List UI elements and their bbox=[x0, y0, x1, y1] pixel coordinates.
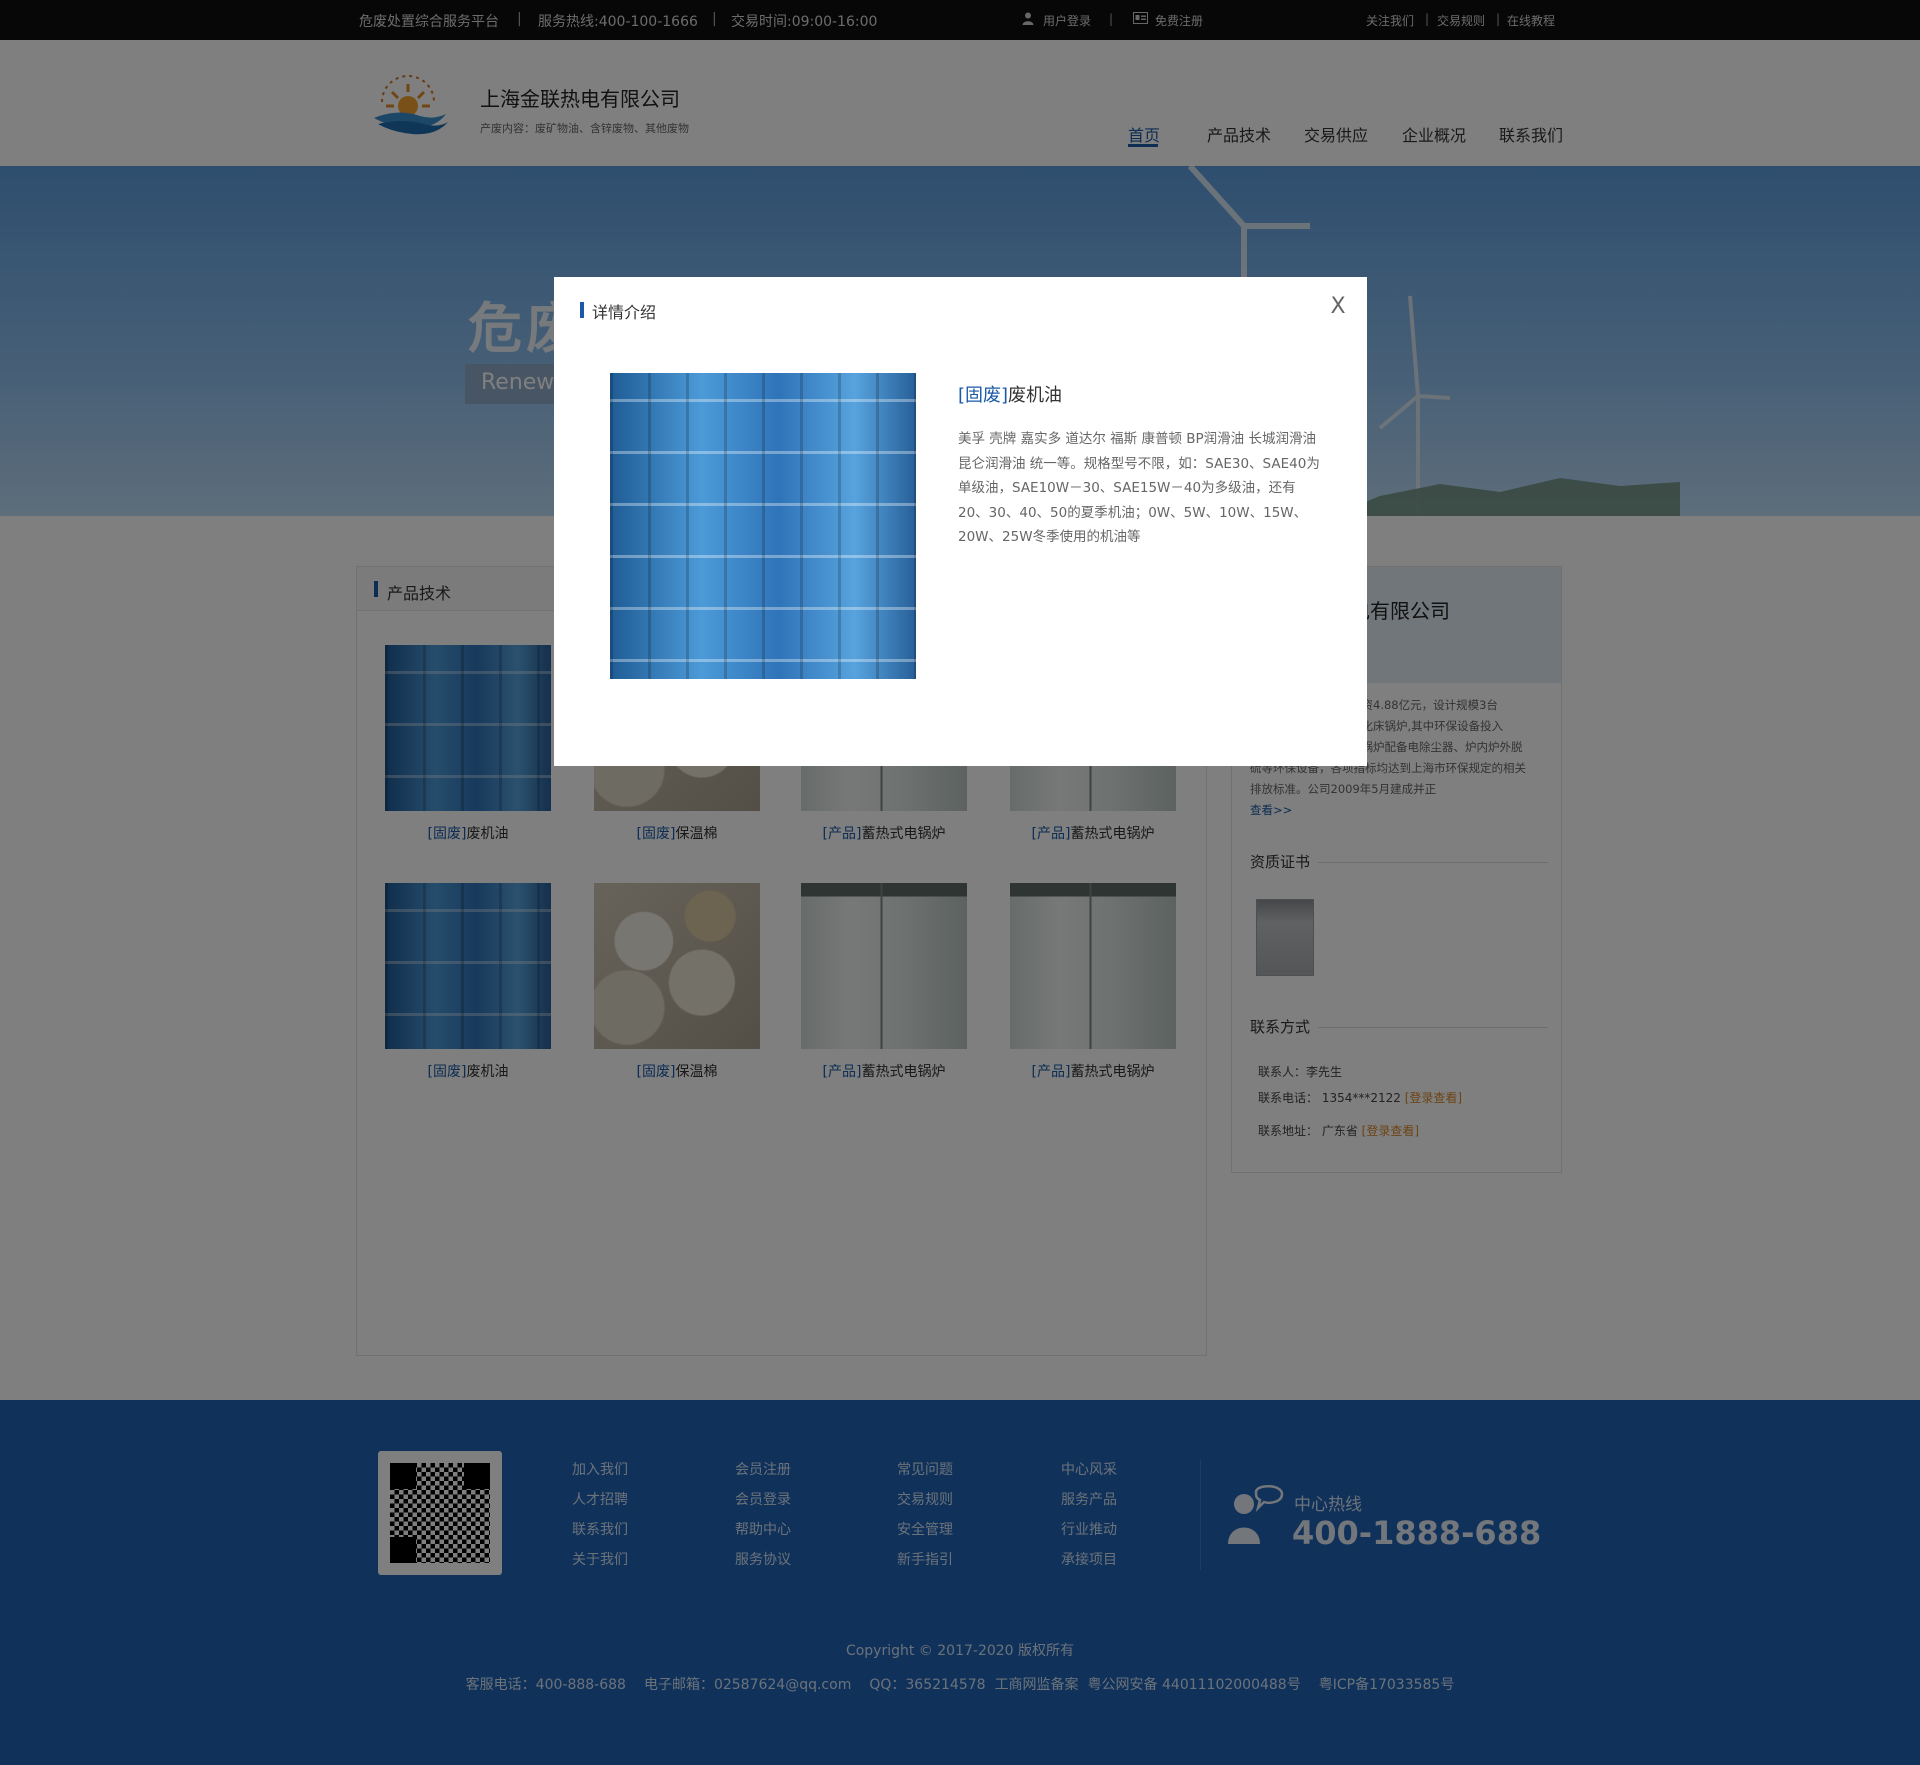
modal-product-name: [固废]废机油 bbox=[958, 381, 1062, 407]
product-tag: [固废] bbox=[958, 385, 1009, 406]
title-bar-marker bbox=[580, 302, 584, 318]
modal-product-image-oil-drums bbox=[610, 373, 916, 679]
modal-product-description: 美孚 壳牌 嘉实多 道达尔 福斯 康普顿 BP润滑油 长城润滑油 昆仑润滑油 统… bbox=[958, 431, 1320, 545]
modal-title: 详情介绍 bbox=[592, 303, 657, 322]
detail-modal: 详情介绍 X [固废]废机油 美孚 壳牌 嘉实多 道达尔 福斯 康普顿 BP润滑… bbox=[554, 277, 1367, 766]
product-name: 废机油 bbox=[1008, 385, 1063, 406]
close-icon[interactable]: X bbox=[1324, 293, 1352, 321]
modal-overlay[interactable] bbox=[0, 0, 1920, 1765]
